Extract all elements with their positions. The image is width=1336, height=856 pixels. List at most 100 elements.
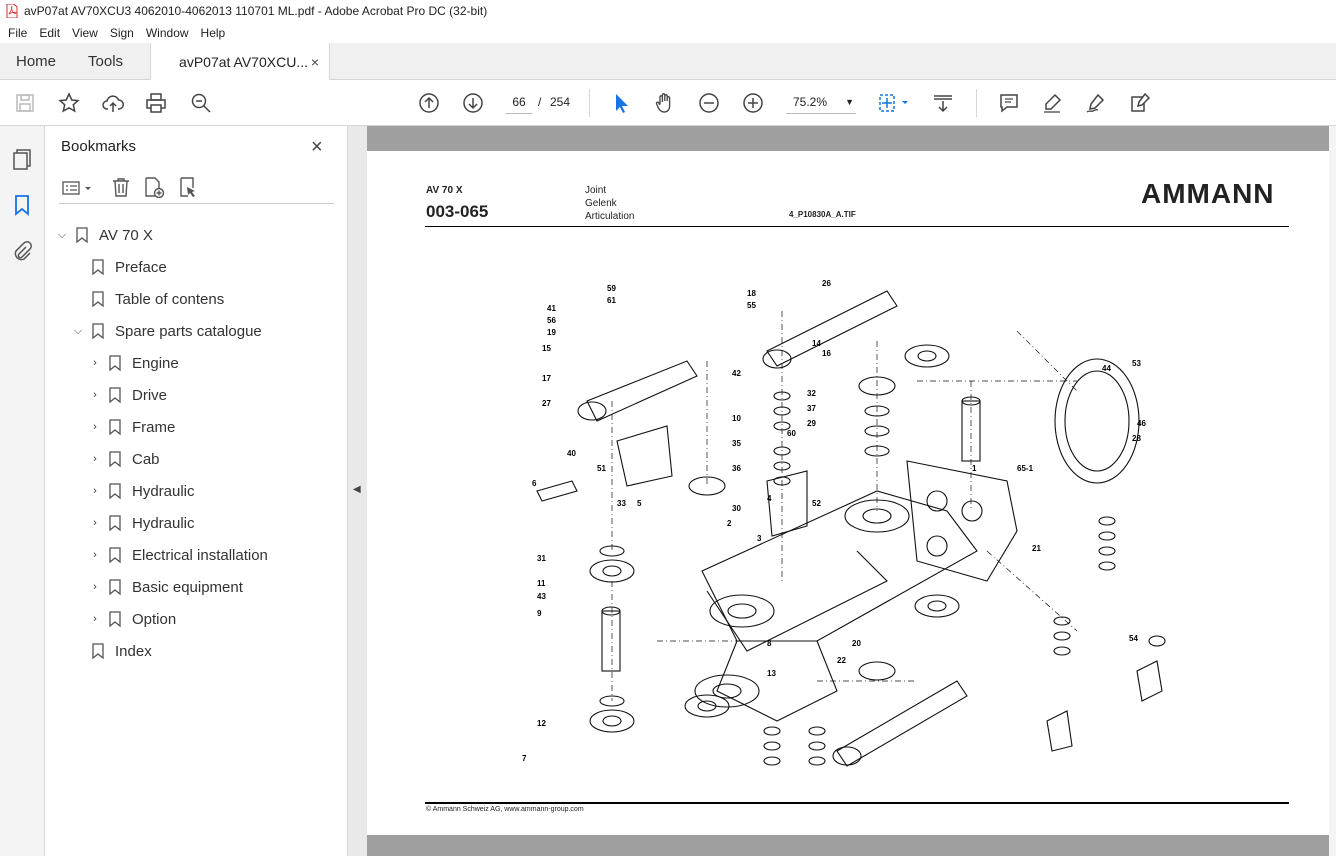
hand-tool-icon[interactable] xyxy=(653,91,677,115)
bookmark-engine[interactable]: › Engine xyxy=(88,351,179,375)
bookmark-frame[interactable]: › Frame xyxy=(88,415,175,439)
menu-window[interactable]: Window xyxy=(140,26,195,40)
chevron-right-icon[interactable]: › xyxy=(88,613,102,625)
select-cursor-icon[interactable] xyxy=(609,91,633,115)
page-thumbnails-icon[interactable] xyxy=(11,148,35,172)
page-model: AV 70 X xyxy=(426,185,463,196)
bookmark-preface[interactable]: Preface xyxy=(91,255,167,279)
tab-close-icon[interactable]: × xyxy=(311,54,319,70)
vertical-scrollbar[interactable] xyxy=(1329,126,1336,856)
edit-pdf-icon[interactable] xyxy=(1128,91,1152,115)
bookmarks-panel-icon[interactable] xyxy=(11,194,35,218)
part-callout: 30 xyxy=(732,504,741,513)
bookmark-option[interactable]: › Option xyxy=(88,607,176,631)
bookmark-hydraulic[interactable]: › Hydraulic xyxy=(88,479,195,503)
part-callout: 54 xyxy=(1129,634,1138,643)
upload-cloud-icon[interactable] xyxy=(101,91,125,115)
part-callout: 18 xyxy=(747,289,756,298)
chevron-left-icon: ◀ xyxy=(353,484,361,495)
options-menu-icon[interactable] xyxy=(61,176,97,200)
menu-edit[interactable]: Edit xyxy=(33,26,66,40)
part-callout: 5 xyxy=(637,499,642,508)
bookmark-icon xyxy=(92,259,104,275)
page-number-input[interactable]: 66 xyxy=(505,90,533,114)
bookmark-label: Engine xyxy=(132,354,179,372)
chevron-right-icon[interactable]: › xyxy=(88,517,102,529)
bookmark-icon xyxy=(109,515,121,531)
bookmark-electrical[interactable]: › Electrical installation xyxy=(88,543,268,567)
bookmarks-toolbar xyxy=(59,174,334,204)
tab-tools[interactable]: Tools xyxy=(72,43,139,79)
description-fr: Articulation xyxy=(585,211,635,222)
pdf-file-icon xyxy=(6,4,18,18)
menu-sign[interactable]: Sign xyxy=(104,26,140,40)
zoom-in-icon[interactable] xyxy=(741,91,765,115)
bookmark-icon xyxy=(109,355,121,371)
bookmark-index[interactable]: Index xyxy=(91,639,152,663)
zoom-level-select[interactable]: 75.2% ▼ xyxy=(786,90,856,114)
zoom-search-icon[interactable] xyxy=(189,91,213,115)
chevron-right-icon[interactable]: › xyxy=(88,581,102,593)
bookmarks-title: Bookmarks xyxy=(61,138,137,155)
part-callout: 51 xyxy=(597,464,606,473)
header-rule xyxy=(425,226,1289,227)
bookmark-drive[interactable]: › Drive xyxy=(88,383,167,407)
bookmark-label: Hydraulic xyxy=(132,482,195,500)
bookmark-av70x[interactable]: ⌵ AV 70 X xyxy=(55,223,153,247)
bookmark-icon xyxy=(109,579,121,595)
bookmark-label: Cab xyxy=(132,450,160,468)
page-separator: / xyxy=(538,95,542,109)
tab-home[interactable]: Home xyxy=(0,43,72,79)
zoom-out-icon[interactable] xyxy=(697,91,721,115)
part-callout: 8 xyxy=(767,639,772,648)
bookmark-label: AV 70 X xyxy=(99,226,153,244)
part-callout: 40 xyxy=(567,449,576,458)
attachments-icon[interactable] xyxy=(11,240,35,264)
bookmark-hydraulic-2[interactable]: › Hydraulic xyxy=(88,511,194,535)
highlight-pen-icon[interactable] xyxy=(1040,91,1064,115)
document-viewer[interactable]: AV 70 X 003-065 Joint Gelenk Articulatio… xyxy=(367,126,1336,856)
menu-help[interactable]: Help xyxy=(195,26,232,40)
chevron-down-icon[interactable]: ⌵ xyxy=(71,325,85,338)
sign-icon[interactable] xyxy=(1084,91,1108,115)
bookmark-icon xyxy=(109,611,121,627)
left-rail xyxy=(0,126,45,856)
menu-file[interactable]: File xyxy=(0,26,33,40)
next-page-icon[interactable] xyxy=(461,91,485,115)
panel-collapse-handle[interactable]: ◀ xyxy=(348,126,367,856)
fit-page-icon[interactable] xyxy=(876,91,912,115)
bookmark-cab[interactable]: › Cab xyxy=(88,447,160,471)
chevron-right-icon[interactable]: › xyxy=(88,421,102,433)
chevron-right-icon[interactable]: › xyxy=(88,357,102,369)
bookmark-spare-parts[interactable]: ⌵ Spare parts catalogue xyxy=(71,319,262,343)
delete-bookmark-icon[interactable] xyxy=(110,176,134,200)
part-callout: 22 xyxy=(837,656,846,665)
bookmark-label: Electrical installation xyxy=(132,546,268,564)
part-callout: 29 xyxy=(807,419,816,428)
menu-view[interactable]: View xyxy=(66,26,104,40)
chevron-right-icon[interactable]: › xyxy=(88,453,102,465)
part-callout: 19 xyxy=(547,328,556,337)
save-icon[interactable] xyxy=(13,91,37,115)
bookmark-star-icon[interactable] xyxy=(57,91,81,115)
bookmark-label: Preface xyxy=(115,258,167,276)
chevron-right-icon[interactable]: › xyxy=(88,485,102,497)
tab-bar: Home Tools avP07at AV70XCU... × xyxy=(0,43,1336,81)
bookmark-basic-equipment[interactable]: › Basic equipment xyxy=(88,575,243,599)
part-callout: 11 xyxy=(537,579,546,588)
bookmark-table-of-contents[interactable]: Table of contens xyxy=(91,287,224,311)
comment-icon[interactable] xyxy=(997,91,1021,115)
find-bookmark-icon[interactable] xyxy=(177,176,201,200)
print-icon[interactable] xyxy=(144,91,168,115)
tab-document[interactable]: avP07at AV70XCU... × xyxy=(150,43,331,81)
scroll-mode-icon[interactable] xyxy=(931,91,955,115)
chevron-down-icon[interactable]: ⌵ xyxy=(55,229,69,242)
page-code: 003-065 xyxy=(426,202,489,221)
bookmark-label: Frame xyxy=(132,418,176,436)
chevron-right-icon[interactable]: › xyxy=(88,549,102,561)
part-callout: 2 xyxy=(727,519,732,528)
bookmarks-close-icon[interactable]: × xyxy=(311,136,323,159)
previous-page-icon[interactable] xyxy=(417,91,441,115)
chevron-right-icon[interactable]: › xyxy=(88,389,102,401)
new-bookmark-icon[interactable] xyxy=(142,176,166,200)
